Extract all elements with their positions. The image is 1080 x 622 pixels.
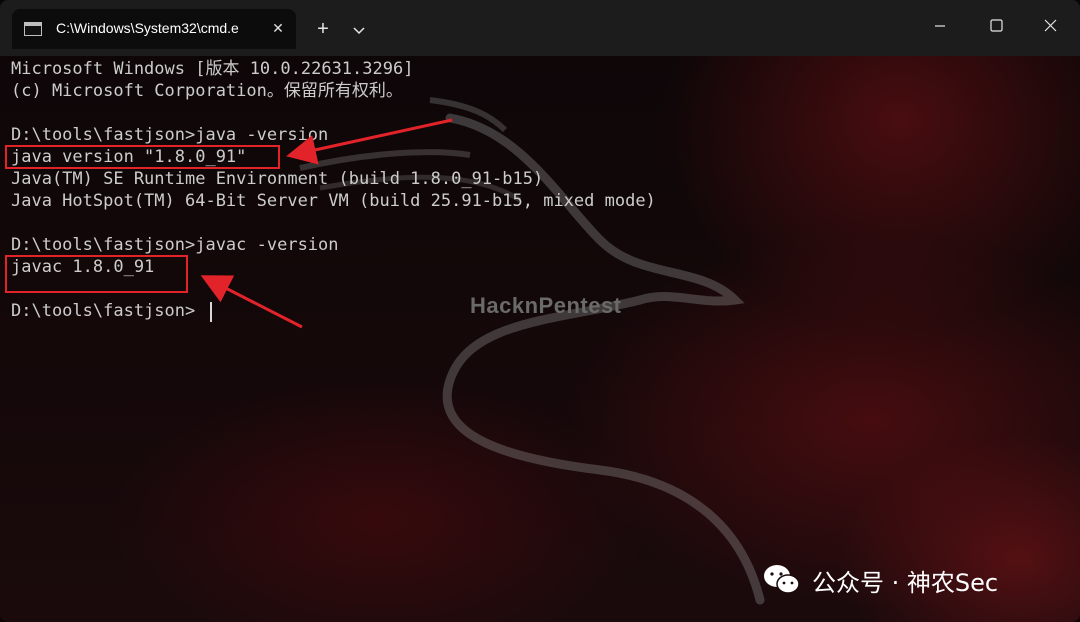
tab-cmd[interactable]: C:\Windows\System32\cmd.e ✕ (12, 9, 296, 49)
highlight-box-javac-version (5, 255, 188, 293)
tab-dropdown-button[interactable] (346, 18, 372, 42)
maximize-button[interactable] (973, 10, 1019, 42)
terminal-line: D:\tools\fastjson> (11, 301, 196, 321)
close-window-button[interactable] (1027, 10, 1073, 42)
wechat-icon (764, 565, 800, 594)
highlight-box-java-version (5, 145, 280, 169)
title-bar: C:\Windows\System32\cmd.e ✕ + (0, 0, 1080, 56)
terminal-line: Java HotSpot(TM) 64-Bit Server VM (build… (11, 191, 656, 211)
terminal-line: D:\tools\fastjson>java -version (11, 125, 329, 145)
minimize-button[interactable] (917, 10, 963, 42)
close-icon (1044, 19, 1057, 32)
terminal-line: (c) Microsoft Corporation。保留所有权利。 (11, 81, 403, 101)
terminal-output[interactable]: Microsoft Windows [版本 10.0.22631.3296] (… (0, 56, 1080, 622)
text-cursor (210, 302, 212, 322)
minimize-icon (935, 25, 945, 27)
terminal-line: Microsoft Windows [版本 10.0.22631.3296] (11, 59, 414, 79)
close-tab-button[interactable]: ✕ (268, 18, 288, 38)
terminal-window: HacknPentest C:\Windows\System32\cmd.e ✕… (0, 0, 1080, 622)
new-tab-button[interactable]: + (310, 16, 336, 42)
terminal-line: Java(TM) SE Runtime Environment (build 1… (11, 169, 544, 189)
tab-title: C:\Windows\System32\cmd.e (56, 20, 239, 36)
maximize-icon (990, 19, 1003, 32)
terminal-icon (24, 22, 42, 36)
terminal-line: D:\tools\fastjson>javac -version (11, 235, 339, 255)
chevron-down-icon (353, 27, 365, 35)
footer-text: 公众号 · 神农Sec (812, 569, 999, 597)
